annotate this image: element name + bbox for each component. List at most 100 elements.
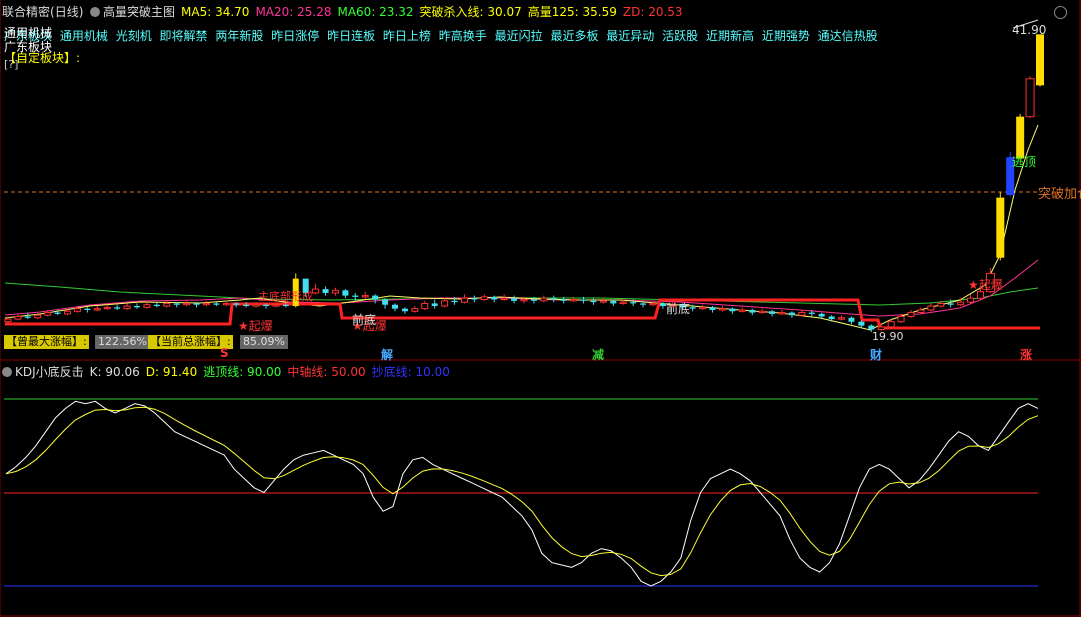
prev-bottom-label-1: 前底 <box>352 312 376 327</box>
candle-body <box>114 307 121 309</box>
candle-body <box>511 298 518 301</box>
candle-body <box>520 299 528 302</box>
candle-body <box>372 295 379 300</box>
candle-body <box>24 316 31 318</box>
candle-body <box>134 306 140 308</box>
candle-body <box>4 318 12 323</box>
candle-body <box>769 311 776 314</box>
candle-body <box>580 299 587 301</box>
candle-body <box>1036 34 1044 86</box>
candle-body <box>93 308 101 311</box>
escape-label: 逃顶 <box>1012 155 1036 169</box>
candle-body <box>312 288 320 294</box>
candle-body <box>143 304 151 308</box>
candle-body <box>480 296 488 301</box>
ma20-line <box>4 259 1039 317</box>
candle-body <box>858 321 865 326</box>
candle-body <box>34 314 42 319</box>
candle-body <box>361 295 369 298</box>
candle-body <box>738 309 746 312</box>
candle-body <box>342 290 349 296</box>
candle-body <box>868 325 875 330</box>
candle-body <box>64 310 72 315</box>
prev-bottom-label-2: 前底 <box>666 301 690 316</box>
candle-body <box>947 303 954 305</box>
explode-label-1: ★起爆 <box>238 319 273 333</box>
candle-body <box>560 299 567 301</box>
candle-body <box>163 302 171 307</box>
candle-body <box>630 302 637 304</box>
bottom-line-value: 抄底线: 10.00 <box>371 365 450 379</box>
kdj-name: KDJ小底反击 <box>15 365 84 379</box>
candle-body <box>976 291 984 299</box>
candle-body <box>173 303 180 305</box>
candle-body <box>967 297 975 303</box>
breakout-add-label: 突破加仓 <box>1038 186 1081 202</box>
candle-body <box>202 302 210 306</box>
candle-body <box>73 308 81 312</box>
candle-body <box>530 299 537 301</box>
candle-body <box>848 317 855 322</box>
candle-body <box>718 308 726 311</box>
candle-body <box>431 303 438 307</box>
candle-body <box>957 301 965 306</box>
candle-body <box>352 295 359 297</box>
candle-body <box>233 303 240 305</box>
candle-body <box>917 309 925 314</box>
candle-body <box>1025 78 1035 118</box>
candle-body <box>996 197 1005 258</box>
candle-body <box>649 302 657 306</box>
candle-body <box>460 297 468 303</box>
candle-body <box>54 312 61 314</box>
candle-body <box>540 297 548 302</box>
marker-jie: 解 <box>381 348 394 362</box>
candle-body <box>927 305 935 311</box>
candle-body <box>451 300 458 303</box>
high-price-label: 41.90 <box>1012 23 1046 37</box>
candle-body <box>183 302 191 306</box>
candle-body <box>441 300 449 307</box>
candle-body <box>243 304 250 307</box>
candle-body <box>331 289 339 294</box>
candle-body <box>44 312 52 316</box>
candle-body <box>570 299 578 302</box>
low-price-label: 19.90 <box>872 330 904 343</box>
candle-body <box>550 298 557 300</box>
candle-body <box>907 312 915 317</box>
candle-body <box>778 312 786 315</box>
candle-body <box>599 300 607 303</box>
candle-body <box>808 312 815 314</box>
candle-body <box>1016 116 1025 159</box>
candle-body <box>699 306 707 310</box>
candle-body <box>610 300 617 304</box>
candle-body <box>937 302 945 307</box>
candle-body <box>282 304 289 307</box>
kdj-settings-icon[interactable] <box>2 367 12 377</box>
candle-body <box>401 308 408 312</box>
candle-body <box>491 296 498 300</box>
chart-canvas: 突破加仓 41.90 逃顶 ★起爆 ★起爆 ★起爆 主底部形成 前底 前底 19… <box>0 0 1081 617</box>
kdj-k-value: K: 90.06 <box>89 365 140 379</box>
candle-body <box>411 308 419 312</box>
kdj-header: KDJ小底反击 K: 90.06 D: 91.40 逃顶线: 90.00 中轴线: 50… <box>2 364 450 380</box>
marker-cai: 财 <box>870 348 883 362</box>
candle-body <box>798 312 806 316</box>
candle-body <box>322 289 329 293</box>
candle-body <box>689 307 696 309</box>
explode-label-3: ★起爆 <box>968 278 1003 292</box>
candle-body <box>828 316 835 320</box>
cur-gain-value: 85.09% <box>240 335 288 349</box>
escape-top-value: 逃顶线: 90.00 <box>203 365 282 379</box>
candle-body <box>758 310 766 314</box>
candle-body <box>838 317 846 320</box>
max-gain-label: 【曾最大涨幅】: <box>4 335 89 349</box>
candle-body <box>392 304 398 309</box>
candle-body <box>471 298 478 300</box>
candle-body <box>749 309 756 313</box>
candle-body <box>818 313 825 317</box>
kdj-k-line <box>5 400 1039 587</box>
candle-body <box>382 299 389 305</box>
marker-jian: 减 <box>592 348 605 362</box>
max-gain-value: 122.56% <box>95 335 150 349</box>
marker-s: S <box>220 346 229 360</box>
